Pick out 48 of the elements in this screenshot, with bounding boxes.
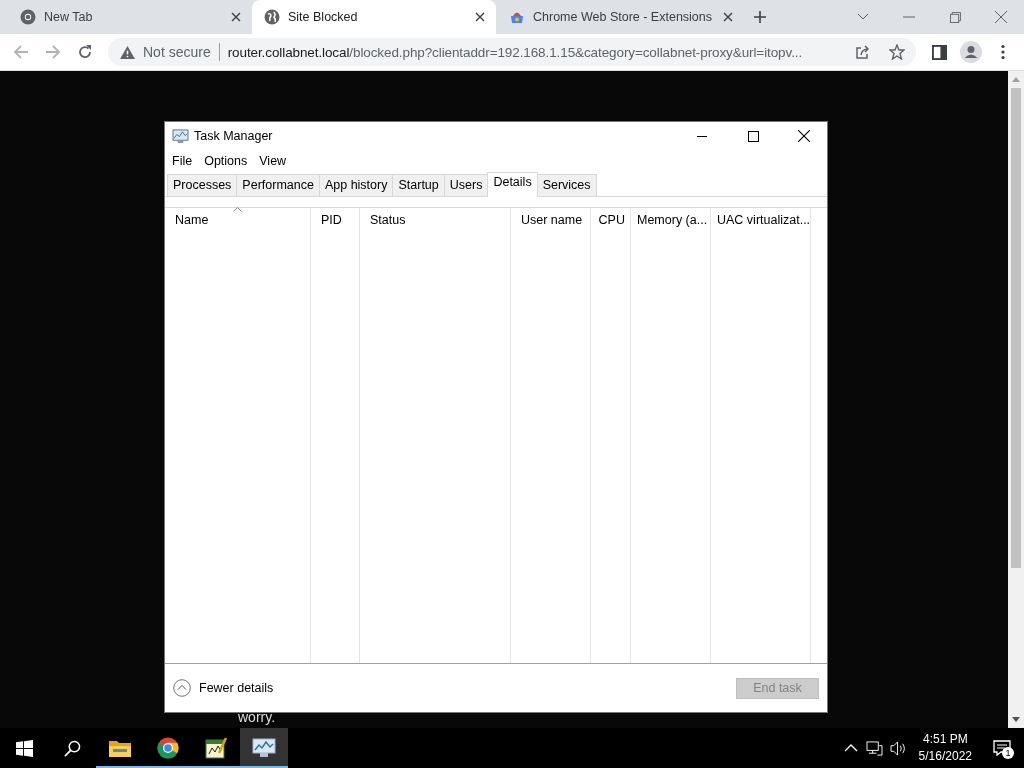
address-bar[interactable]: Not secure router.collabnet.local/blocked.php?clientaddr=192.168.1.15&category=collabnet-proxy&url=itopv... (108, 38, 916, 66)
windows-icon (15, 739, 33, 757)
scrollbar[interactable] (1008, 71, 1024, 728)
tab-title: New Tab (44, 10, 94, 24)
tab-title: Chrome Web Store - Extensions (533, 10, 712, 24)
page-text: worry. (238, 709, 276, 725)
column-header[interactable]: UAC virtualizat... (717, 213, 811, 227)
new-tab-icon[interactable] (753, 10, 767, 24)
globe-icon (264, 9, 280, 25)
taskbar-button[interactable] (240, 728, 288, 768)
search-icon (63, 739, 81, 757)
clock-date: 5/16/2022 (918, 748, 972, 765)
clock[interactable]: 4:51 PM 5/16/2022 (910, 731, 980, 765)
folder-icon (109, 739, 131, 757)
task-manager-icon (252, 738, 276, 758)
window-title: Task Manager (194, 129, 273, 143)
tab-title: Site Blocked (288, 10, 359, 24)
collapse-icon (173, 679, 191, 697)
security-label: Not secure (143, 44, 211, 60)
menu-item[interactable]: View (254, 152, 292, 170)
clock-time: 4:51 PM (922, 731, 968, 748)
browser-tab[interactable]: New Tab (8, 0, 252, 34)
task-manager-icon (172, 128, 189, 144)
column-header[interactable]: Status (370, 213, 406, 227)
tab[interactable]: Details (487, 172, 538, 197)
menu-item[interactable]: Options (199, 152, 253, 170)
tab[interactable]: Processes (167, 174, 238, 196)
browser-tab[interactable]: Site Blocked (252, 0, 496, 34)
column-header[interactable]: PID (321, 213, 342, 227)
column-header[interactable]: Memory (a... (637, 213, 708, 227)
menu-item[interactable]: File (167, 152, 198, 170)
chrome-icon (157, 737, 179, 759)
notification-count: 1 (1002, 747, 1014, 759)
chrome-icon (20, 9, 36, 25)
tab[interactable]: Startup (392, 174, 445, 196)
scroll-down-icon[interactable] (1012, 717, 1020, 722)
warning-icon (120, 45, 135, 59)
url-text: router.collabnet.local/blocked.php?clientaddr=192.168.1.15&category=collabnet-proxy&url=itopv... (227, 44, 804, 60)
browser-tab[interactable]: Chrome Web Store - Extensions (496, 0, 741, 34)
column-header[interactable]: Name (175, 213, 209, 227)
tab[interactable]: Services (536, 174, 597, 196)
tab[interactable]: App history (318, 174, 394, 196)
tab[interactable]: Performance (236, 174, 320, 196)
column-header[interactable]: User name (521, 213, 583, 227)
column-header[interactable]: CPU (598, 213, 625, 227)
tab[interactable]: Users (443, 174, 489, 196)
notepad-icon (205, 737, 227, 759)
fewer-details-button[interactable]: Fewer details (173, 679, 274, 697)
